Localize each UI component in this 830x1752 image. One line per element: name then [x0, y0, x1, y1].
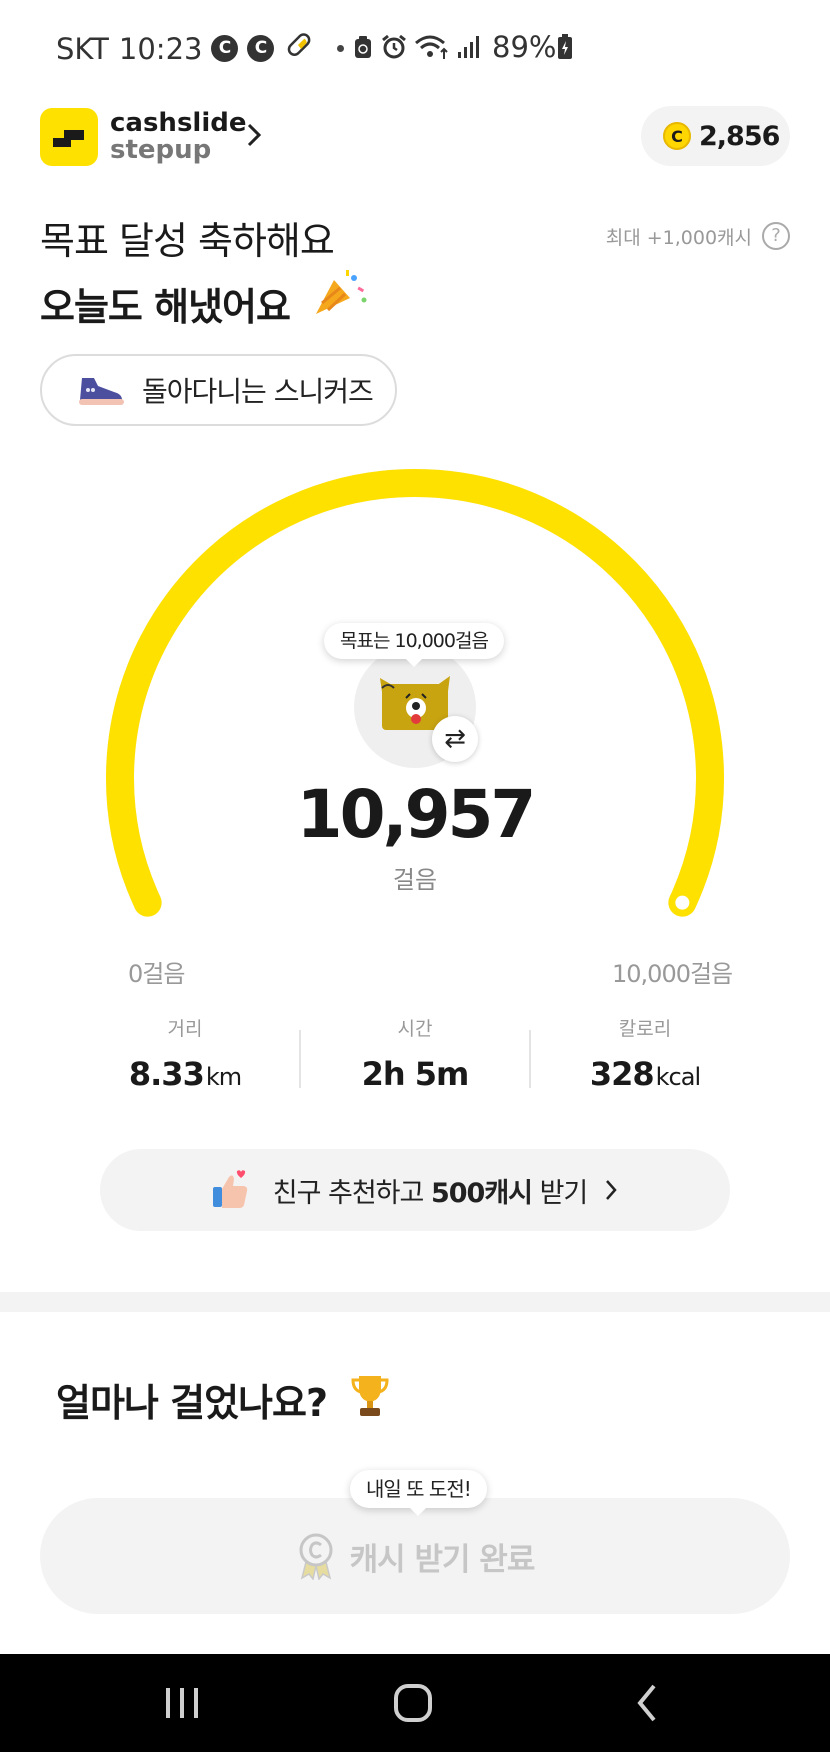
stat-time-value: 2h 5m — [361, 1055, 470, 1093]
stat-distance-value-row: 8.33km — [70, 1055, 300, 1093]
stat-calories: 칼로리 328kcal — [530, 1014, 760, 1093]
home-icon — [394, 1684, 432, 1722]
stat-distance-label: 거리 — [167, 1018, 203, 1040]
section-divider — [0, 1292, 830, 1312]
swap-character-button[interactable]: ⇄ — [432, 716, 478, 762]
step-count: 10,957 — [296, 776, 537, 853]
pill-notification-icon — [283, 30, 313, 67]
recent-apps-button[interactable] — [152, 1678, 212, 1728]
step-unit-label: 걸음 — [392, 866, 438, 894]
chevron-right-icon — [606, 1180, 617, 1200]
stat-time-label: 시간 — [397, 1018, 433, 1040]
tomorrow-tooltip: 내일 또 도전! — [350, 1470, 487, 1516]
more-notifications-dot-icon — [337, 45, 345, 52]
back-button[interactable] — [618, 1678, 678, 1728]
invite-friend-text: 친구 추천하고 500캐시 받기 — [272, 1171, 589, 1210]
thumbs-up-icon — [212, 1170, 247, 1208]
status-right: 89% — [352, 30, 580, 64]
cash-balance: 2,856 — [699, 120, 780, 152]
status-bar: SKT 10:23 C C 89% — [0, 0, 830, 96]
stat-distance-value: 8.33 — [128, 1055, 205, 1093]
headline-congrats: 목표 달성 축하해요 — [40, 219, 335, 263]
recent-apps-icon — [166, 1688, 198, 1718]
trophy-icon — [350, 1372, 390, 1422]
party-popper-icon — [312, 266, 372, 326]
invite-friend-suffix: 받기 — [532, 1177, 589, 1209]
brand-name-line1: cashslide — [110, 108, 247, 138]
stat-time-value-row: 2h 5m — [300, 1055, 530, 1093]
gauge-max-label: 10,000걸음 — [612, 960, 733, 988]
invite-friend-reward: 500캐시 — [430, 1177, 533, 1209]
help-icon[interactable]: ? — [762, 222, 790, 250]
gauge-end-marker — [675, 895, 690, 910]
goal-tooltip: 목표는 10,000걸음 — [324, 623, 504, 667]
claim-cash-label: 캐시 받기 완료 — [349, 1541, 536, 1578]
max-cash-info: 최대 +1,000캐시 ? — [606, 222, 790, 250]
battery-charging-icon — [558, 34, 573, 59]
cash-balance-button[interactable]: C 2,856 — [641, 106, 790, 166]
stat-calories-value: 328 — [589, 1055, 655, 1093]
max-cash-label: 최대 +1,000캐시 — [605, 226, 752, 249]
medal-icon — [299, 1533, 333, 1580]
stat-calories-value-row: 328kcal — [530, 1055, 760, 1093]
battery-percent: 89% — [492, 30, 557, 64]
step-gauge: ⇄ 목표는 10,000걸음 10,957 걸음 0걸음 10,000걸음 — [0, 460, 830, 988]
coin-icon: C — [663, 122, 691, 150]
brand-name-line2: stepup — [110, 135, 212, 165]
home-button[interactable] — [383, 1678, 443, 1728]
cashslide-logo-icon[interactable] — [40, 108, 98, 166]
stat-time: 시간 2h 5m — [300, 1014, 530, 1093]
sneaker-chip-button[interactable]: 돌아다니는 스니커즈 — [40, 354, 397, 426]
clock: 10:23 — [118, 31, 203, 66]
stat-distance: 거리 8.33km — [70, 1014, 300, 1093]
brand-name[interactable]: cashslide stepup — [110, 110, 247, 164]
sneaker-icon — [79, 378, 124, 405]
headline-done: 오늘도 해냈어요 — [40, 285, 291, 329]
walk-stats: 거리 8.33km 시간 2h 5m 칼로리 328kcal — [0, 1014, 830, 1094]
invite-friend-prefix: 친구 추천하고 — [272, 1177, 431, 1209]
notification-c-icon: C — [211, 35, 239, 62]
stat-distance-unit: km — [205, 1063, 242, 1091]
app-header: cashslide stepup C 2,856 — [40, 106, 790, 170]
carrier-label: SKT — [56, 31, 109, 66]
status-left: SKT 10:23 C C — [56, 30, 345, 67]
recycle-icon — [355, 36, 371, 58]
sneaker-chip-label: 돌아다니는 스니커즈 — [142, 375, 374, 408]
section-title: 얼마나 걸었나요? — [56, 1381, 328, 1425]
invite-friend-banner[interactable]: 친구 추천하고 500캐시 받기 — [100, 1149, 730, 1231]
system-nav-bar — [0, 1654, 830, 1752]
signal-icon — [458, 36, 479, 58]
gauge-min-label: 0걸음 — [128, 960, 185, 988]
back-icon — [637, 1684, 656, 1722]
wifi-icon — [415, 35, 448, 59]
alarm-icon — [382, 34, 406, 59]
stat-calories-label: 칼로리 — [618, 1018, 672, 1040]
stat-calories-unit: kcal — [655, 1063, 701, 1091]
notification-c-icon-2: C — [247, 35, 275, 62]
chevron-right-icon[interactable] — [244, 120, 264, 154]
